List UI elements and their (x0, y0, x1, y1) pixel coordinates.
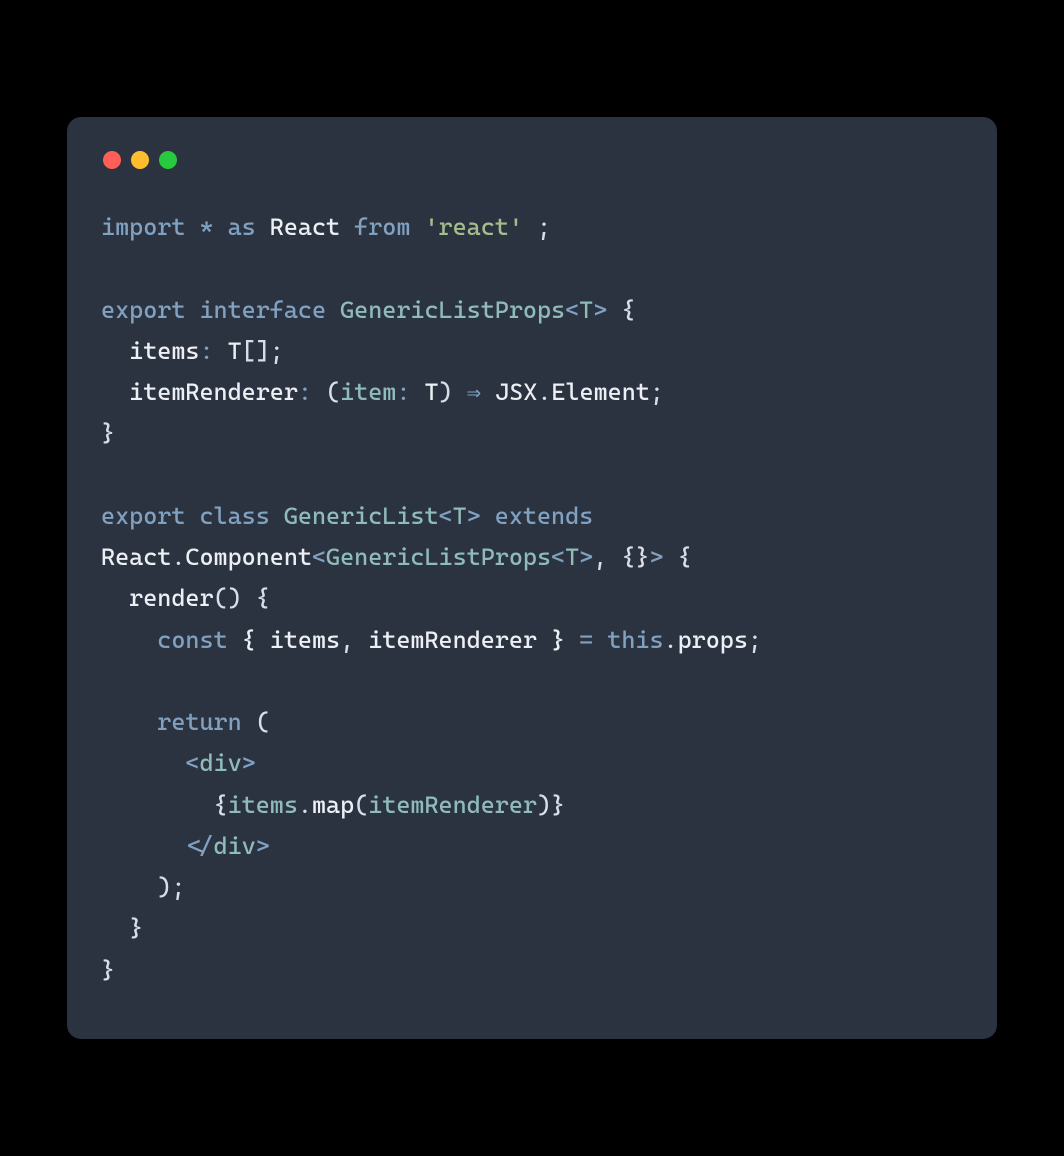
zoom-icon[interactable] (159, 151, 177, 169)
minimize-icon[interactable] (131, 151, 149, 169)
code-window: import * as React from 'react' ; export … (67, 117, 997, 1039)
close-icon[interactable] (103, 151, 121, 169)
code-editor-content[interactable]: import * as React from 'react' ; export … (101, 207, 963, 991)
window-titlebar (101, 147, 963, 191)
